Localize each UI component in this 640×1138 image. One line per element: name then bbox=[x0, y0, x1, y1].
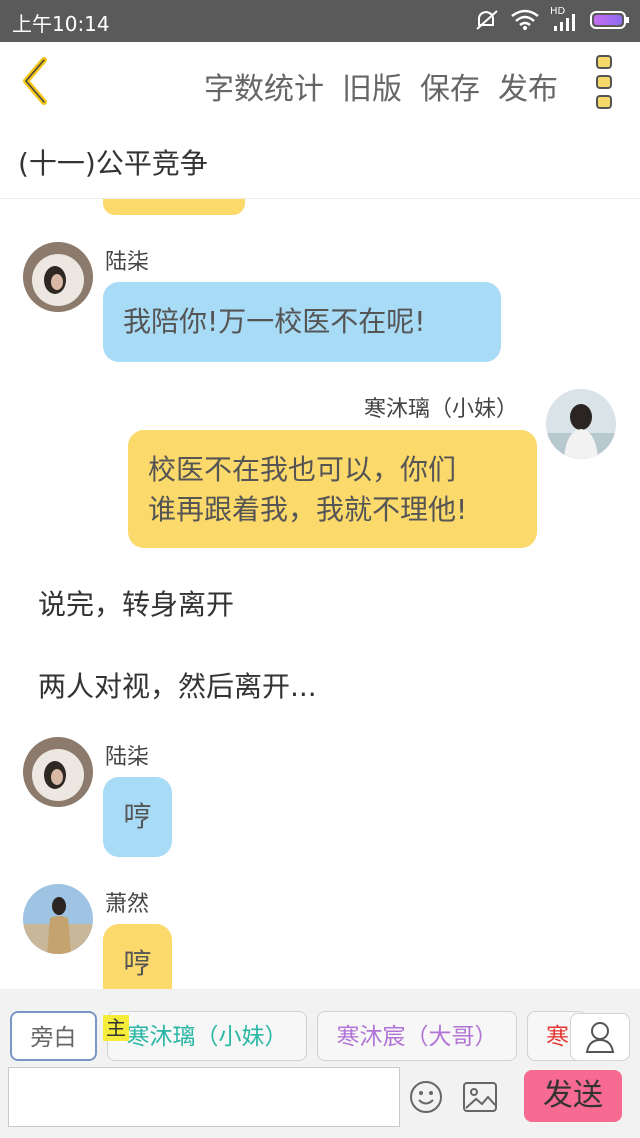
send-button[interactable]: 发送 bbox=[524, 1070, 622, 1122]
chapter-title-bar: (十一)公平竞争 bbox=[0, 120, 640, 199]
message-bubble[interactable]: 哼 bbox=[103, 777, 172, 857]
role-button-narrator[interactable]: 旁白 bbox=[10, 1011, 97, 1061]
save-button[interactable]: 保存 bbox=[420, 64, 480, 108]
word-count-button[interactable]: 字数统计 bbox=[204, 64, 324, 108]
message-text-line: 谁再跟着我，我就不理他! bbox=[148, 493, 468, 526]
emoji-icon[interactable] bbox=[408, 1079, 444, 1115]
image-icon[interactable] bbox=[462, 1081, 498, 1113]
avatar[interactable] bbox=[23, 884, 93, 954]
message-text: 我陪你!万一校医不在呢! bbox=[123, 305, 426, 338]
message-text: 哼 bbox=[123, 800, 152, 833]
avatar[interactable] bbox=[546, 389, 616, 459]
narration-text[interactable]: 两人对视，然后离开... bbox=[38, 665, 317, 705]
speaker-name: 寒沐璃（小妹） bbox=[364, 397, 519, 422]
composer-panel: 旁白 寒沐璃（小妹） 主 寒沐宸（大哥） 寒 发送 bbox=[0, 989, 640, 1138]
message-bubble[interactable]: 我陪你!万一校医不在呢! bbox=[103, 282, 501, 362]
role-button-brother[interactable]: 寒沐宸（大哥） bbox=[317, 1011, 517, 1061]
chapter-title[interactable]: (十一)公平竞争 bbox=[18, 142, 208, 182]
mute-icon bbox=[476, 10, 498, 30]
speaker-name: 陆柒 bbox=[105, 250, 150, 275]
publish-button[interactable]: 发布 bbox=[498, 64, 558, 108]
message-text: 哼 bbox=[123, 947, 152, 980]
speaker-name: 陆柒 bbox=[105, 745, 150, 770]
narration-text[interactable]: 说完，转身离开 bbox=[38, 583, 234, 623]
avatar[interactable] bbox=[23, 242, 93, 312]
back-arrow-icon[interactable] bbox=[16, 56, 56, 106]
battery-icon bbox=[590, 11, 629, 29]
editor-toolbar: 字数统计 旧版 保存 发布 bbox=[0, 42, 640, 121]
more-menu-icon[interactable] bbox=[592, 54, 618, 110]
status-bar: 上午10:14 HD bbox=[0, 0, 640, 42]
chat-area[interactable]: 陆柒 我陪你!万一校医不在呢! 寒沐璃（小妹） 校医不在我也可以，你们 谁再跟着… bbox=[0, 199, 640, 989]
toolbar-actions: 字数统计 旧版 保存 发布 bbox=[204, 64, 558, 108]
role-button-sister[interactable]: 寒沐璃（小妹） bbox=[107, 1011, 307, 1061]
message-input[interactable] bbox=[8, 1067, 400, 1127]
status-time: 上午10:14 bbox=[12, 12, 110, 36]
main-role-badge: 主 bbox=[103, 1015, 129, 1041]
signal-icon: HD bbox=[550, 6, 580, 32]
avatar[interactable] bbox=[23, 737, 93, 807]
previous-message-bubble[interactable] bbox=[103, 199, 245, 215]
old-version-button[interactable]: 旧版 bbox=[342, 64, 402, 108]
message-text-line: 校医不在我也可以，你们 bbox=[148, 453, 457, 486]
message-bubble[interactable]: 哼 bbox=[103, 924, 172, 989]
speaker-name: 萧然 bbox=[105, 892, 150, 917]
message-bubble[interactable]: 校医不在我也可以，你们 谁再跟着我，我就不理他! bbox=[128, 430, 537, 548]
add-role-button[interactable] bbox=[570, 1013, 630, 1061]
wifi-icon bbox=[511, 9, 539, 30]
user-icon bbox=[585, 1022, 615, 1053]
status-icons: HD bbox=[474, 6, 630, 32]
